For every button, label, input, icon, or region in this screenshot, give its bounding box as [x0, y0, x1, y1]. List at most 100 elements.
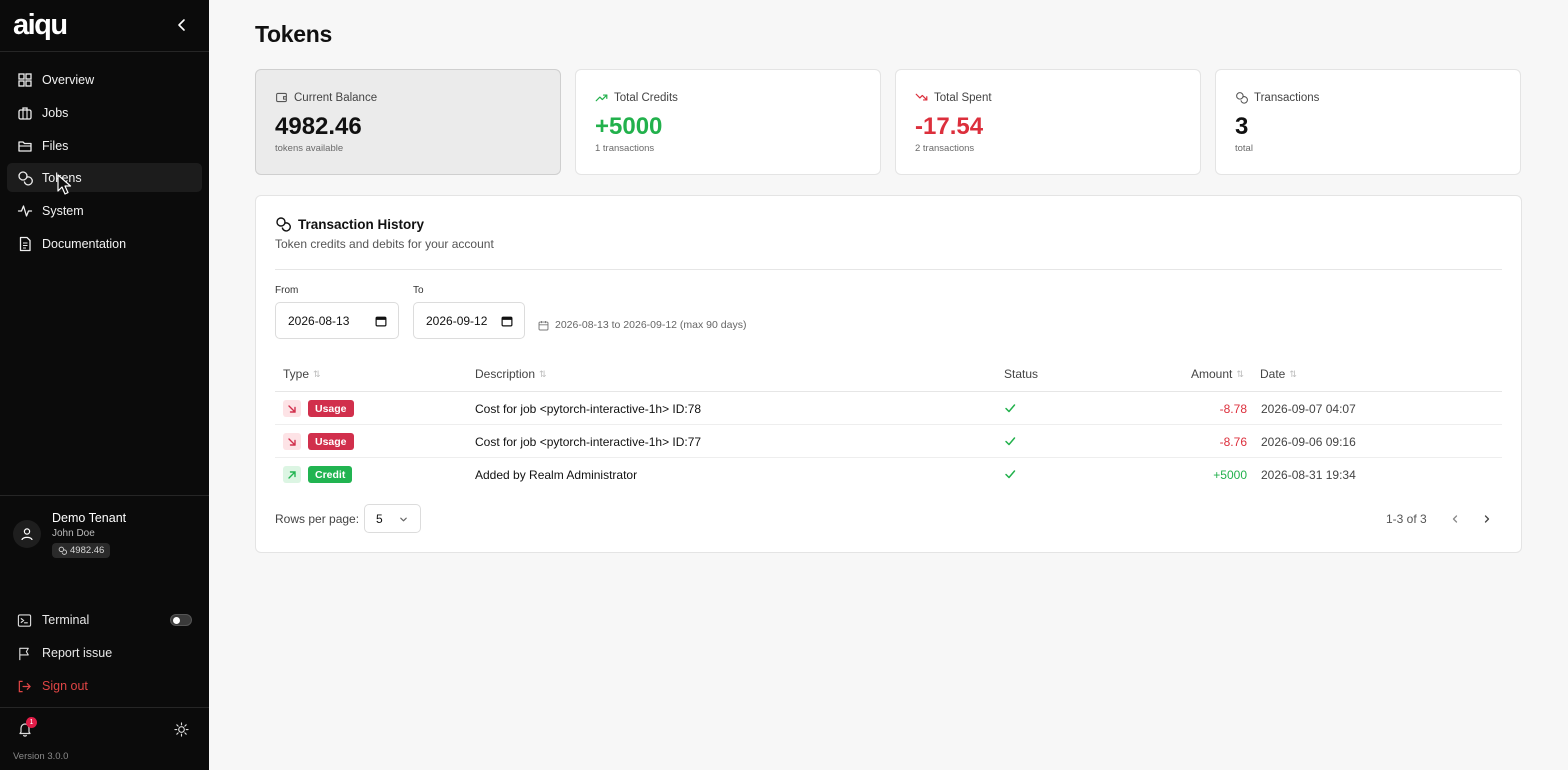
- column-header-label: Type: [283, 367, 310, 381]
- check-icon: [1005, 470, 1016, 479]
- card-header: Transactions: [1235, 91, 1319, 104]
- chevron-left-icon: [1452, 515, 1458, 523]
- chevron-right-icon: [1484, 515, 1490, 523]
- column-header-label: Amount: [1191, 367, 1233, 381]
- cell-description: Cost for job <pytorch-interactive-1h> ID…: [475, 435, 702, 449]
- calendar-icon: [501, 316, 513, 327]
- next-page-button[interactable]: [1473, 505, 1501, 533]
- toggle-knob: [173, 616, 180, 624]
- trending-up-icon: [595, 94, 608, 102]
- nav-item-tokens[interactable]: Tokens: [7, 163, 202, 192]
- nav-item-system[interactable]: System: [7, 196, 202, 225]
- brand-logo: aiqu: [13, 9, 68, 41]
- card-header: Current Balance: [275, 91, 377, 104]
- status-success: [1004, 468, 1016, 480]
- table-row[interactable]: Usage Cost for job <pytorch-interactive-…: [275, 392, 1502, 425]
- to-date-input[interactable]: 2026-09-12: [413, 302, 525, 339]
- nav-item-label: System: [42, 203, 84, 218]
- total-credits-card: Total Credits +5000 1 transactions: [575, 69, 881, 175]
- card-value: -17.54: [915, 113, 984, 140]
- sun-icon: [174, 722, 189, 737]
- status-success: [1004, 435, 1016, 447]
- sidebar-divider: [0, 707, 209, 708]
- card-subtext: total: [1235, 143, 1253, 154]
- nav-item-jobs[interactable]: Jobs: [7, 98, 202, 127]
- panel-title-text: Transaction History: [298, 216, 425, 232]
- collapse-sidebar-button[interactable]: [174, 17, 190, 33]
- terminal-label: Terminal: [42, 613, 90, 627]
- column-header-type[interactable]: Type ⇅: [283, 367, 321, 381]
- avatar: [13, 520, 41, 548]
- current-balance-card: Current Balance 4982.46 tokens available: [255, 69, 561, 175]
- sort-icon: ⇅: [1289, 368, 1297, 379]
- card-label: Current Balance: [294, 91, 378, 104]
- nav-item-label: Overview: [42, 72, 95, 87]
- prev-page-button[interactable]: [1441, 505, 1469, 533]
- coins-icon: [276, 217, 291, 232]
- card-header: Total Spent: [915, 91, 992, 104]
- rows-per-page-value: 5: [376, 511, 383, 526]
- column-header-amount[interactable]: Amount ⇅: [1191, 367, 1244, 381]
- terminal-toggle[interactable]: [170, 614, 192, 626]
- chevron-left-icon: [178, 19, 185, 31]
- logout-icon: [18, 680, 31, 692]
- arrow-down-right-icon: [288, 437, 296, 446]
- sidebar-divider: [0, 51, 209, 52]
- terminal-item: Terminal: [17, 610, 89, 630]
- rows-per-page-label: Rows per page:: [275, 512, 360, 526]
- card-subtext: 1 transactions: [595, 143, 655, 154]
- calendar-icon: [538, 320, 549, 330]
- folder-icon: [18, 140, 32, 152]
- cell-date: 2026-09-07 04:07: [1261, 402, 1356, 416]
- type-badge: Usage: [308, 433, 354, 450]
- table-row[interactable]: Credit Added by Realm Administrator +500…: [275, 458, 1502, 491]
- card-label: Total Credits: [614, 91, 678, 104]
- card-value: +5000: [595, 113, 663, 140]
- card-value: 3: [1235, 113, 1249, 140]
- transactions-card: Transactions 3 total: [1215, 69, 1521, 175]
- column-header-description[interactable]: Description ⇅: [475, 367, 547, 381]
- theme-toggle-button[interactable]: [174, 722, 189, 737]
- card-header: Total Credits: [595, 91, 678, 104]
- grid-icon: [18, 72, 32, 87]
- arrow-up-right-icon: [288, 470, 296, 479]
- cell-amount: -8.76: [1219, 435, 1247, 449]
- version-label: Version 3.0.0: [13, 751, 69, 762]
- column-header-date[interactable]: Date ⇅: [1260, 367, 1297, 381]
- column-header-label: Status: [1004, 367, 1039, 381]
- check-icon: [1005, 404, 1016, 413]
- notification-count-badge: 1: [26, 717, 37, 728]
- to-label: To: [413, 285, 424, 296]
- panel-title: Transaction History: [275, 216, 424, 232]
- card-subtext: 2 transactions: [915, 143, 975, 154]
- column-header-label: Date: [1260, 367, 1286, 381]
- nav-item-files[interactable]: Files: [7, 131, 202, 160]
- tenant-balance-badge: 4982.46: [52, 543, 111, 558]
- card-value: 4982.46: [275, 113, 362, 140]
- from-date-input[interactable]: 2026-08-13: [275, 302, 399, 339]
- table-row[interactable]: Usage Cost for job <pytorch-interactive-…: [275, 425, 1502, 458]
- type-badge: Usage: [308, 400, 354, 417]
- coins-icon: [18, 170, 33, 186]
- sign-out-button[interactable]: Sign out: [17, 676, 88, 696]
- cell-amount: +5000: [1213, 468, 1247, 482]
- pagination-count: 1-3 of 3: [1386, 512, 1427, 526]
- sort-icon: ⇅: [313, 368, 321, 379]
- nav-item-overview[interactable]: Overview: [7, 65, 202, 94]
- rows-per-page-select[interactable]: 5: [364, 504, 421, 533]
- report-issue-button[interactable]: Report issue: [17, 643, 112, 663]
- nav-item-documentation[interactable]: Documentation: [7, 229, 202, 258]
- type-icon-usage: [283, 433, 301, 450]
- tenant-balance-value: 4982.46: [70, 545, 105, 556]
- sign-out-label: Sign out: [42, 679, 88, 693]
- card-label: Total Spent: [934, 91, 992, 104]
- cell-amount: -8.78: [1219, 402, 1247, 416]
- activity-icon: [17, 204, 33, 217]
- calendar-icon: [375, 316, 387, 327]
- cell-date: 2026-09-06 09:16: [1261, 435, 1356, 449]
- type-badge: Credit: [308, 466, 353, 483]
- report-issue-label: Report issue: [42, 646, 113, 660]
- card-label: Transactions: [1254, 91, 1320, 104]
- date-range-text: 2026-08-13 to 2026-09-12 (max 90 days): [555, 319, 747, 331]
- trending-down-icon: [915, 93, 928, 101]
